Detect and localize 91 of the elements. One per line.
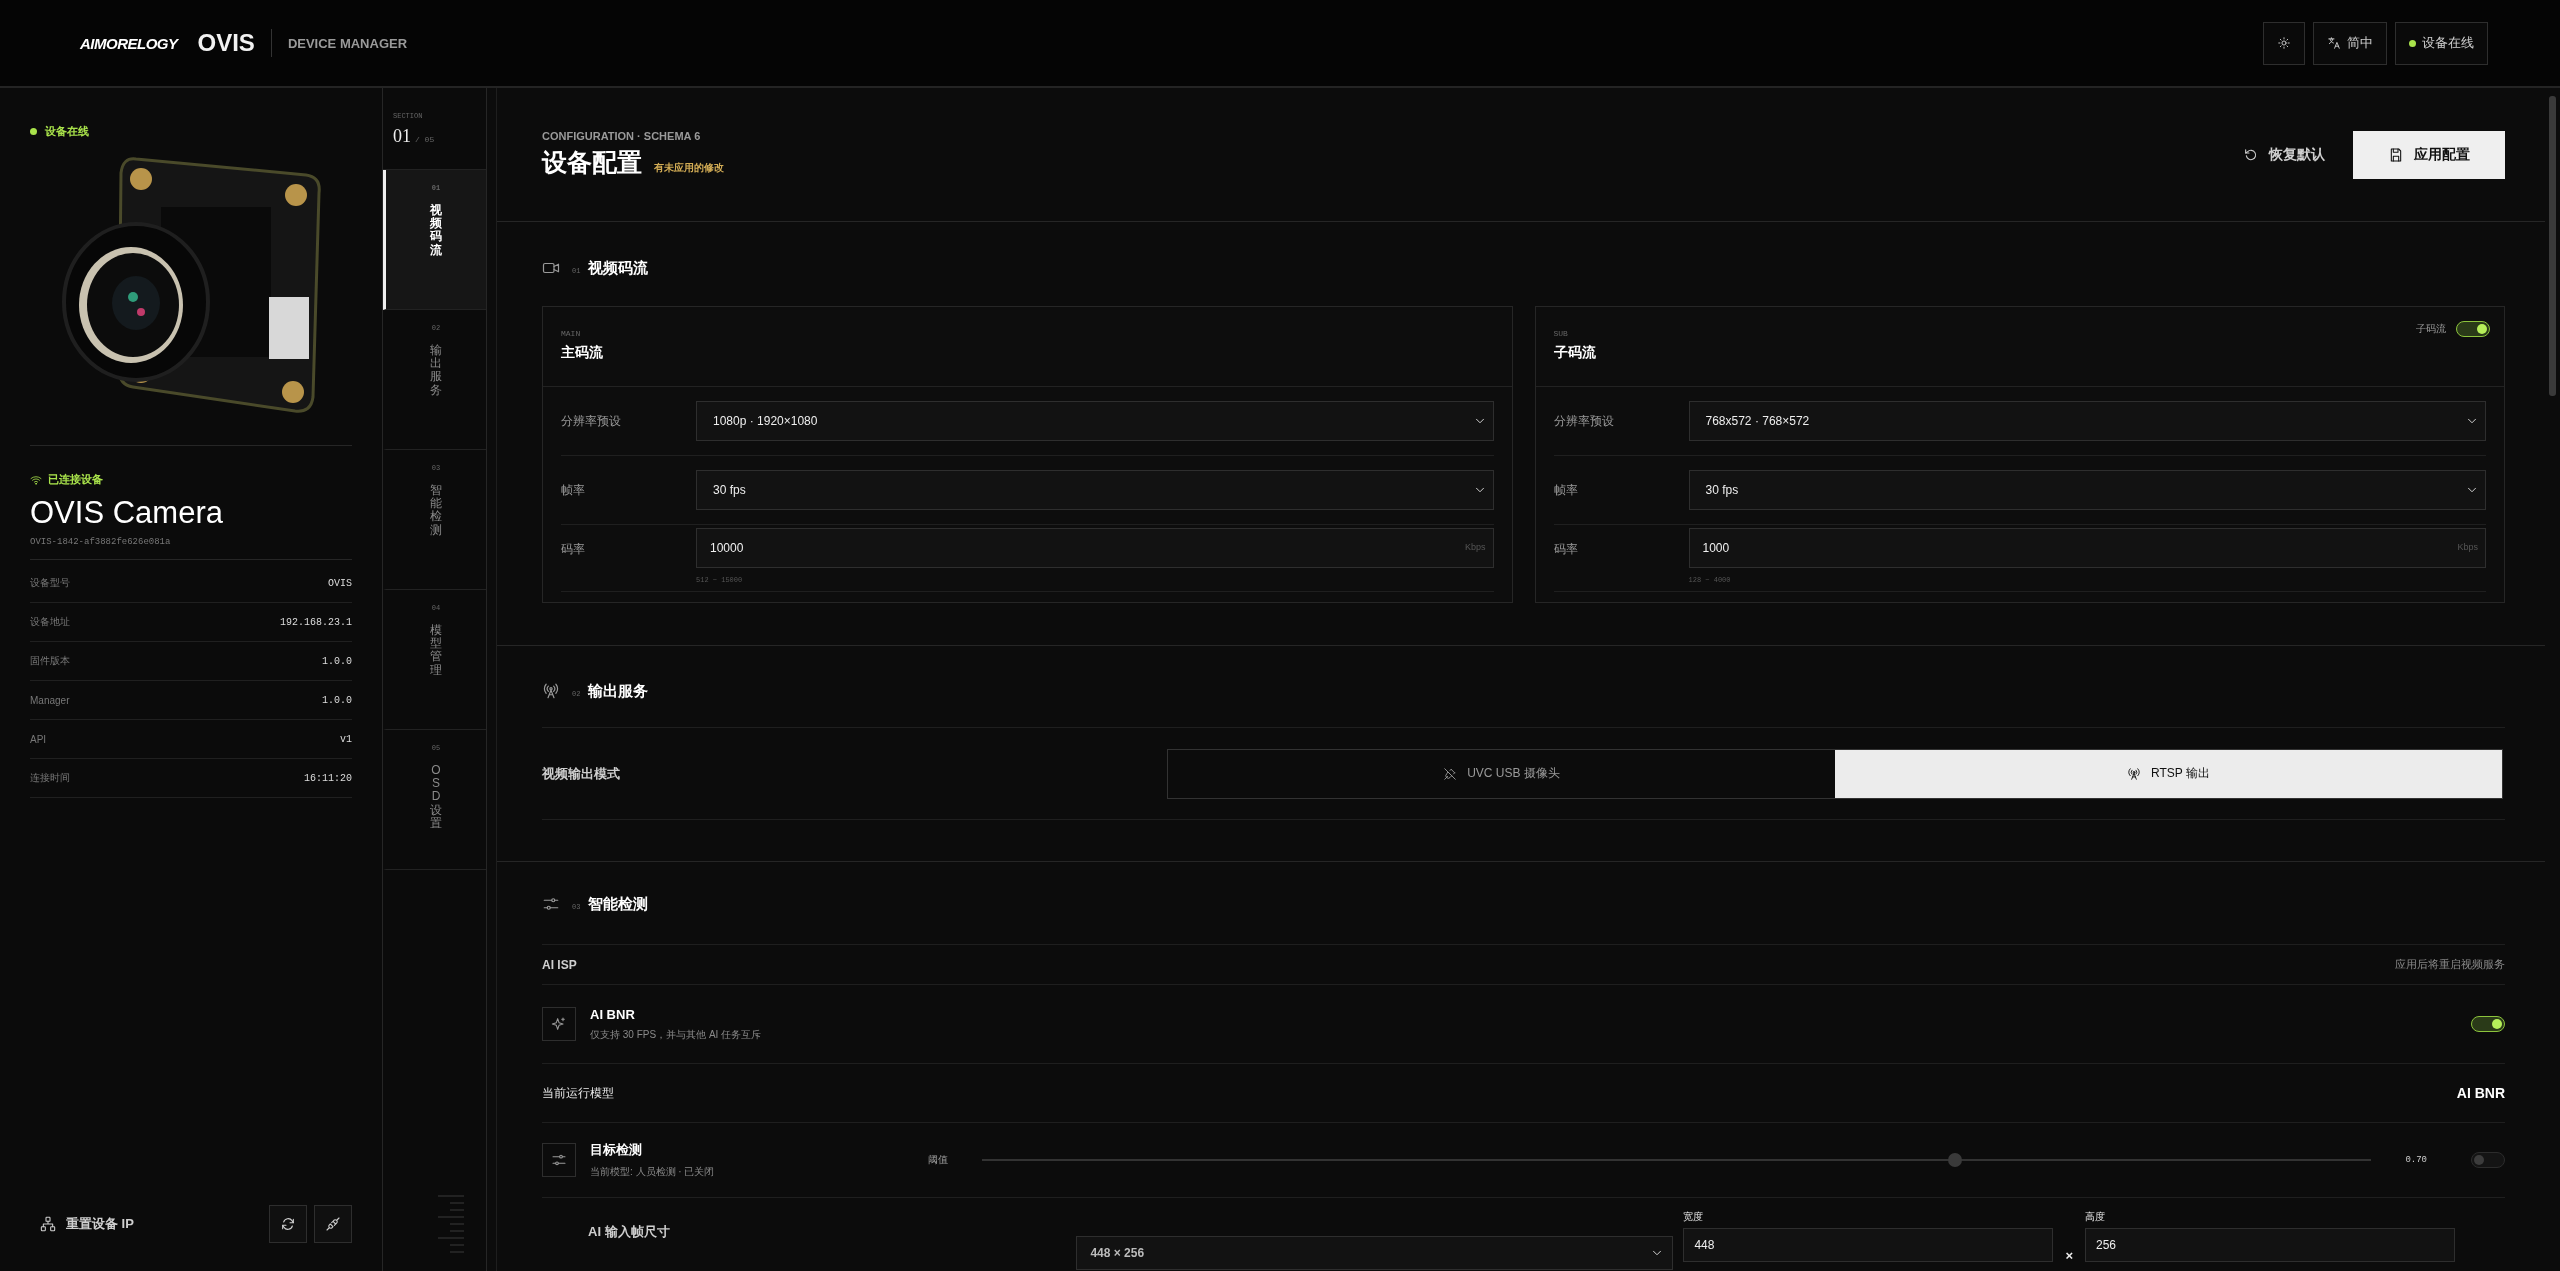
info-label: Manager [30,694,70,706]
threshold-value: 0.70 [2405,1155,2427,1165]
dropdown-select[interactable]: 30 fps [1688,470,2486,510]
status-dot [30,128,37,135]
status-indicator: 设备在线 [2395,21,2488,65]
wifi-icon [30,473,42,486]
feature-description: 当前模型: 人员检测 · 已关闭 [590,1165,715,1179]
status-text: 设备在线 [45,124,89,139]
info-value: 1.0.0 [322,694,352,706]
stream-tag: MAIN [561,329,603,338]
antenna-icon [2127,766,2142,781]
info-label: 设备型号 [30,576,70,590]
output-mode-option[interactable]: RTSP 输出 [1835,749,2502,798]
slider-thumb[interactable] [1947,1153,1962,1167]
field-label: 高度 [2085,1210,2106,1224]
section-title: 智能检测 [588,894,649,914]
apply-config-button[interactable]: 应用配置 [2353,130,2505,179]
dropdown-select[interactable]: 768x572 · 768×572 [1688,401,2486,441]
plug-icon [325,1216,341,1232]
section-title: 输出服务 [588,681,649,701]
unit-label: Kbps [2457,542,2478,552]
field-label: 码率 [561,541,586,558]
dropdown-select[interactable]: 30 fps [696,470,1494,510]
info-label: 固件版本 [30,654,70,668]
sun-icon [2277,36,2291,50]
info-value: OVIS [328,577,352,589]
plug-icon [1443,766,1458,781]
feature-description: 仅支持 30 FPS，并与其他 AI 任务互斥 [590,1027,762,1042]
info-label: 设备地址 [30,615,70,629]
section-total: / 05 [415,135,435,144]
model-name: AI BNR [2456,1085,2505,1101]
section-title: 视频码流 [588,258,649,278]
feature-title: 目标检测 [590,1141,643,1159]
brand-logo: AIMORELOGY [80,34,178,52]
restore-defaults-button[interactable]: 恢复默认 [2231,135,2337,174]
refresh-button[interactable] [269,1205,307,1243]
product-name: OVIS [197,29,255,57]
height-field[interactable]: 256 [2085,1228,2455,1262]
info-label: API [30,733,47,745]
feature-title: AI BNR [590,1006,636,1022]
toggle-switch[interactable] [2456,321,2490,337]
page-title: 设备配置 [542,147,642,178]
stream-tag: SUB [1553,329,1596,338]
unit-label: Kbps [1465,542,1486,552]
info-value: 192.168.23.1 [280,616,352,628]
field-label: 分辨率预设 [561,412,622,430]
status-dot [2409,39,2416,47]
page-eyebrow: CONFIGURATION · SCHEMA 6 [542,130,702,142]
language-button[interactable]: 简中 [2313,21,2387,65]
translate-icon [2327,36,2341,50]
toggle-switch[interactable] [2471,1016,2505,1032]
field-label: 帧率 [1553,481,1579,499]
dropdown-select[interactable]: 1080p · 1920×1080 [696,401,1494,441]
info-value: 1.0.0 [322,655,352,667]
group-label: AI ISP [542,957,577,972]
undo-icon [2243,146,2259,163]
device-name: OVIS Camera [30,495,224,531]
toggle-switch[interactable] [2471,1152,2505,1168]
info-label: 连接时间 [30,771,70,785]
app-subtitle: DEVICE MANAGER [287,35,408,51]
restart-note: 应用后将重启视频服务 [2395,957,2505,972]
network-icon [40,1216,56,1232]
sliders-icon [542,895,560,913]
device-id: OVIS-1842-af3882fe626e081a [30,537,352,560]
save-icon [2388,146,2404,163]
refresh-icon [280,1216,296,1232]
disconnect-button[interactable] [314,1205,352,1243]
times-sign: × [2065,1248,2073,1263]
field-label: 视频输出模式 [542,764,620,783]
stream-title: 主码流 [561,344,603,362]
field-label: 码率 [1553,541,1579,558]
sparkle-icon [551,1016,567,1032]
reset-ip-button[interactable]: 重置设备 IP [30,1209,144,1239]
info-value: v1 [340,733,352,745]
threshold-label: 阈值 [928,1153,949,1167]
unsaved-notice: 有未应用的修改 [654,161,724,175]
field-label: 宽度 [1683,1210,1705,1224]
connection-status: 已连接设备 [48,472,103,487]
field-label: 当前运行模型 [542,1084,614,1102]
dropdown-select[interactable]: 448 × 256 [1076,1236,1674,1270]
stream-title: 子码流 [1553,344,1596,362]
field-label: 帧率 [561,481,586,499]
section-number: 01 [393,126,411,147]
width-field[interactable]: 448 [1683,1228,2054,1262]
sliders-icon [551,1152,567,1168]
field-label: AI 输入帧尺寸 [588,1223,671,1241]
info-value: 16:11:20 [304,772,352,784]
field-label: 分辨率预设 [1553,412,1615,430]
output-mode-option[interactable]: UVC USB 摄像头 [1168,749,1835,798]
toggle-label: 子码流 [2416,322,2446,336]
antenna-icon [542,682,560,700]
